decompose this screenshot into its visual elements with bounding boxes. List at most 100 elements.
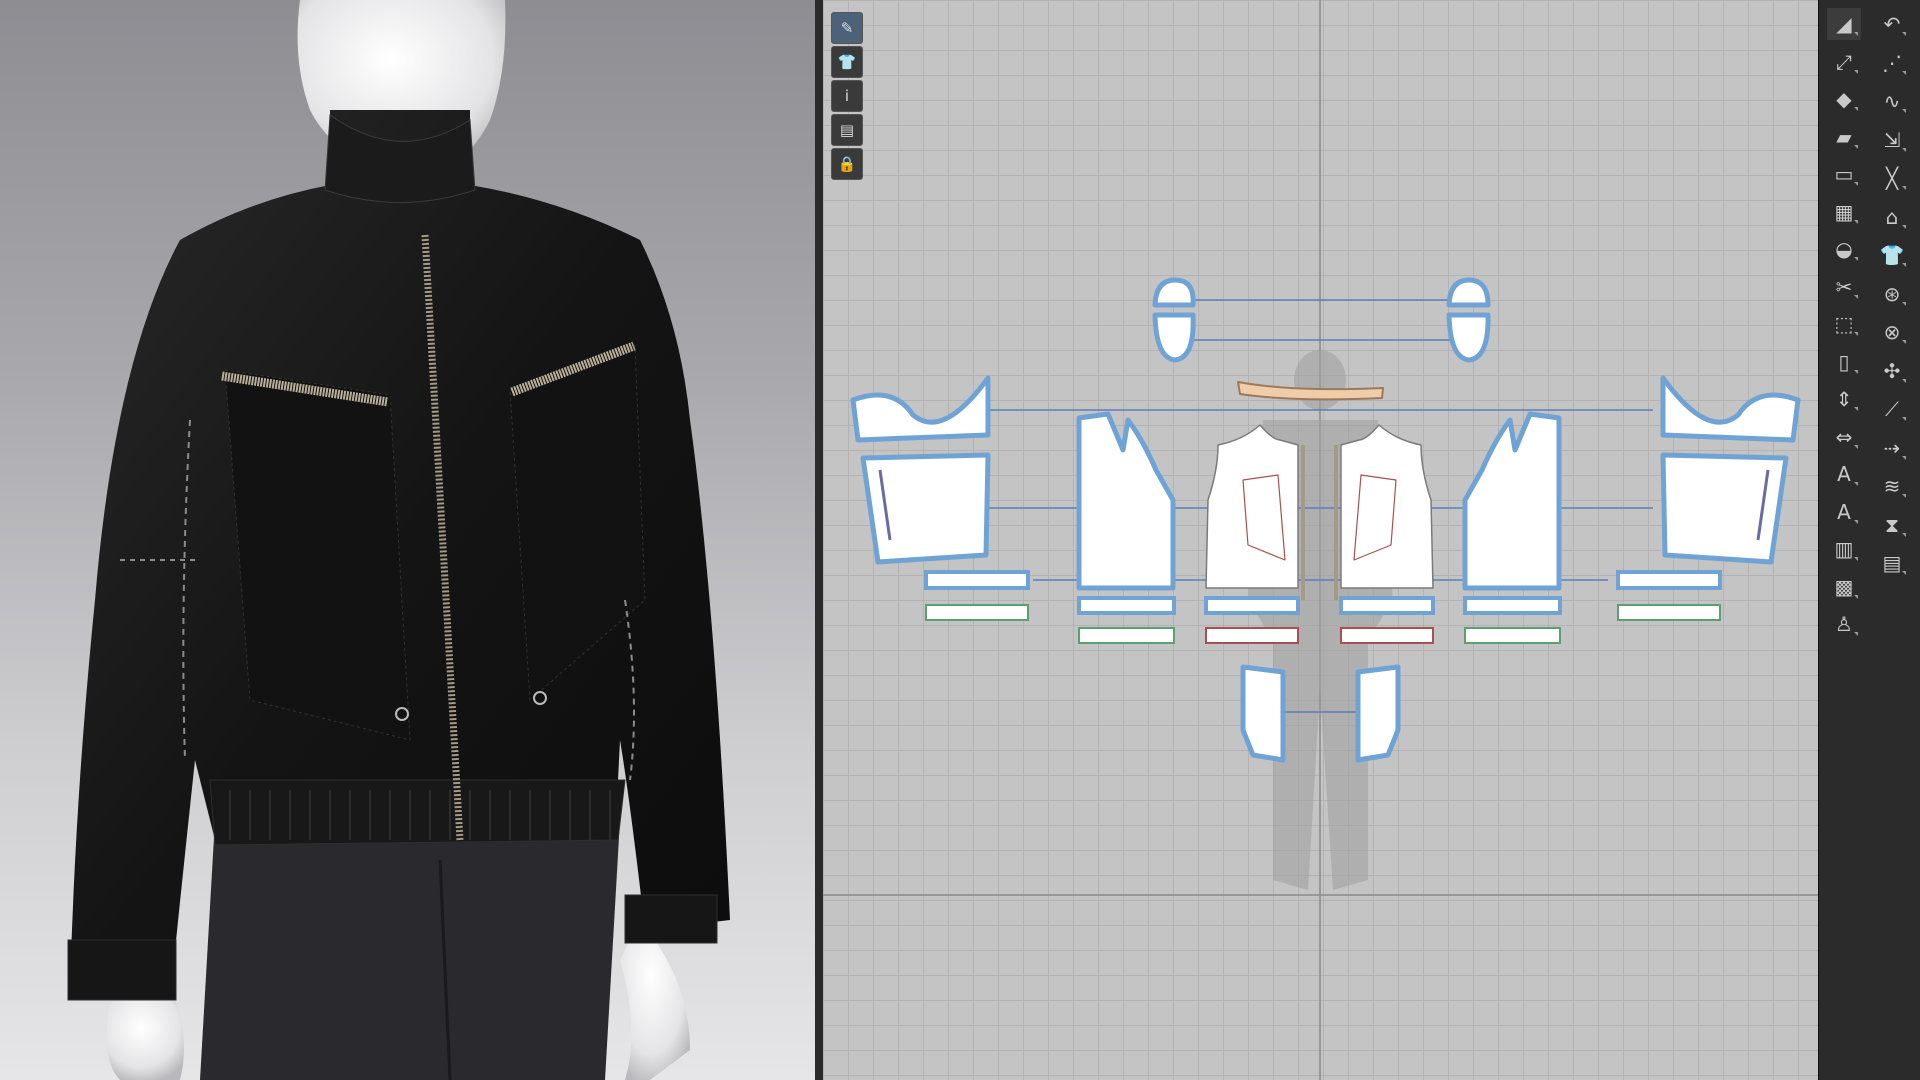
- submenu-indicator: [1854, 332, 1858, 336]
- pattern-piece-pocket-right: [1355, 664, 1401, 763]
- transform-pattern-icon[interactable]: ⤢: [1827, 46, 1861, 78]
- submenu-indicator: [1902, 70, 1906, 75]
- submenu-indicator: [1902, 301, 1906, 306]
- cut-line-icon[interactable]: ✂: [1827, 271, 1861, 303]
- pattern-piece-sleeve-cap-right: [1660, 375, 1801, 443]
- submenu-indicator: [1854, 407, 1858, 411]
- avatar-pose-icon[interactable]: ♙: [1827, 608, 1861, 640]
- pattern-piece-waistband-5: [1339, 596, 1435, 615]
- lock-pattern-icon[interactable]: 🔒: [831, 148, 863, 180]
- left-cuff: [67, 939, 177, 1001]
- seam-check-icon[interactable]: ⇲: [1875, 124, 1909, 156]
- texture-view-icon[interactable]: ▤: [831, 114, 863, 146]
- pattern-piece-sleeve-cap-left: [850, 375, 991, 443]
- submenu-indicator: [1854, 482, 1858, 486]
- info-icon[interactable]: i: [831, 80, 863, 112]
- garment-fit-icon[interactable]: 👕: [1875, 239, 1909, 271]
- 3d-viewport[interactable]: [0, 0, 815, 1080]
- avatar-render: [67, 0, 730, 1080]
- pattern-piece-back-left: [1076, 411, 1176, 591]
- internal-polygon-icon[interactable]: ▦: [1827, 196, 1861, 228]
- submenu-indicator: [1902, 455, 1906, 460]
- submenu-indicator: [1902, 571, 1906, 575]
- submenu-indicator: [1902, 340, 1906, 344]
- line-tool-icon[interactable]: ⟋: [1875, 393, 1909, 425]
- steam-iron-icon[interactable]: ⌂: [1875, 201, 1909, 233]
- submenu-indicator: [1902, 147, 1906, 152]
- tool-palette: ◢ ⤢ ◆ ▰ ▭ ▦ ◒ ✂ ⬚ ▯ ⇕ ⇔ A A ▥ ▩ ♙ ↶ ⋰ ∿ ⇲ ╳ ⌂ 👕 ⊛ ⊗ ✣ ⟋ ⇢ ≋ ⧗ ▤: [1818, 0, 1920, 1080]
- submenu-indicator: [1854, 144, 1858, 149]
- edit-point-icon[interactable]: ◆: [1827, 83, 1861, 115]
- measure-vertical-icon[interactable]: ⇕: [1827, 383, 1861, 415]
- submenu-indicator: [1854, 69, 1858, 74]
- text-annotation-icon[interactable]: A: [1827, 458, 1861, 490]
- submenu-indicator: [1854, 632, 1858, 636]
- submenu-indicator: [1854, 594, 1858, 599]
- pattern-piece-cuff-left-2: [925, 604, 1029, 621]
- submenu-indicator: [1902, 109, 1906, 113]
- submenu-indicator: [1854, 182, 1858, 186]
- free-sewing-icon[interactable]: ∿: [1875, 85, 1909, 117]
- trace-icon[interactable]: ⬚: [1827, 308, 1861, 340]
- button-icon[interactable]: ⊛: [1875, 278, 1909, 310]
- avatar-right-hand: [620, 920, 690, 1080]
- measure-horizontal-icon[interactable]: ⇔: [1827, 421, 1861, 453]
- pattern-piece-front-left: [1205, 424, 1299, 589]
- submenu-indicator: [1854, 294, 1858, 299]
- topstitch-icon[interactable]: ⇢: [1875, 432, 1909, 464]
- pattern-piece-waistband-1: [1077, 596, 1176, 615]
- pattern-piece-waistband-6: [1340, 627, 1434, 644]
- submenu-indicator: [1902, 378, 1906, 383]
- select-move-icon[interactable]: ◢: [1827, 8, 1861, 40]
- fabric-edit-icon[interactable]: ▩: [1827, 571, 1861, 603]
- jacket-hem-band: [209, 779, 626, 846]
- pattern-piece-cuff-right-1: [1616, 570, 1722, 590]
- garment-view-icon[interactable]: 👕: [831, 46, 863, 78]
- viewport-divider[interactable]: [815, 0, 823, 1080]
- submenu-indicator: [1902, 224, 1906, 229]
- buttonhole-icon[interactable]: ⊗: [1875, 316, 1909, 348]
- submenu-indicator: [1902, 494, 1906, 498]
- text-style-icon[interactable]: A: [1827, 496, 1861, 528]
- submenu-indicator: [1854, 557, 1858, 561]
- pattern-piece-cuff-left-1: [924, 570, 1030, 590]
- pattern-piece-collar-bottom-left: [1152, 312, 1196, 363]
- submenu-indicator: [1902, 532, 1906, 537]
- polygon-icon[interactable]: ▰: [1827, 121, 1861, 153]
- pattern-canvas: [823, 0, 1818, 1080]
- zipper-icon[interactable]: ⧗: [1875, 509, 1909, 541]
- submenu-indicator: [1902, 417, 1906, 421]
- submenu-indicator: [1854, 369, 1858, 374]
- 2d-pattern-viewport[interactable]: ✎ 👕 i ▤ 🔒: [823, 0, 1818, 1080]
- fold-icon[interactable]: ▯: [1827, 346, 1861, 378]
- pen-tool-icon[interactable]: ✎: [831, 12, 863, 44]
- pattern-piece-waistband-8: [1464, 627, 1561, 644]
- tack-icon[interactable]: ╳: [1875, 162, 1909, 194]
- grading-icon[interactable]: ▥: [1827, 533, 1861, 565]
- submenu-indicator: [1854, 444, 1858, 449]
- pattern-piece-cuff-right-2: [1617, 604, 1721, 621]
- submenu-indicator: [1902, 186, 1906, 190]
- submenu-indicator: [1854, 107, 1858, 111]
- pattern-piece-pocket-left: [1240, 664, 1286, 763]
- dart-icon[interactable]: ◒: [1827, 233, 1861, 265]
- elastic-icon[interactable]: ▤: [1875, 547, 1909, 579]
- undo-segment-icon[interactable]: ↶: [1875, 8, 1909, 40]
- pants: [200, 820, 620, 1080]
- puckering-icon[interactable]: ≋: [1875, 470, 1909, 502]
- pattern-piece-waistband-7: [1463, 596, 1562, 615]
- sewing-segment-icon[interactable]: ⋰: [1875, 47, 1909, 79]
- fold-arrange-icon[interactable]: ✣: [1875, 355, 1909, 387]
- pattern-piece-front-right: [1340, 424, 1434, 589]
- right-cuff: [624, 894, 718, 944]
- pattern-piece-collar-top-right: [1446, 277, 1491, 308]
- pattern-piece-collar-bottom-right: [1446, 312, 1491, 363]
- submenu-indicator: [1902, 263, 1906, 267]
- pattern-piece-waistband-4: [1205, 627, 1299, 644]
- pattern-piece-waistband-3: [1204, 596, 1300, 615]
- pattern-piece-sleeve-left: [860, 452, 991, 565]
- rectangle-icon[interactable]: ▭: [1827, 158, 1861, 190]
- pattern-piece-back-right: [1462, 411, 1562, 591]
- left-pocket: [224, 369, 411, 741]
- pattern-piece-waistband-2: [1078, 627, 1175, 644]
